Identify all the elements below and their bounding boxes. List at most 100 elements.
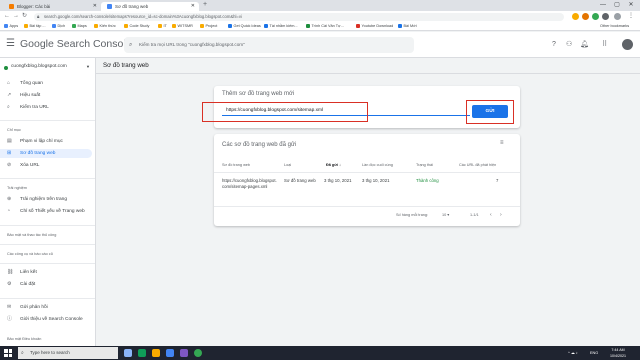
sidebar-item-page-experience[interactable]: ⊕ Trải nghiệm trên trang xyxy=(0,195,95,204)
help-icon[interactable]: ? xyxy=(552,41,556,49)
column-header-sitemap[interactable]: Sơ đồ trang web xyxy=(222,162,250,168)
close-tab-icon[interactable]: ✕ xyxy=(93,2,97,11)
search-icon: ⌕ xyxy=(7,104,10,110)
app-icon[interactable] xyxy=(180,349,188,357)
system-clock[interactable]: 7:44 AM 10/4/2021 xyxy=(604,347,632,359)
extension-icon[interactable] xyxy=(572,13,579,20)
sidebar-item-coverage[interactable]: ▤ Phạm vi lập chỉ mục xyxy=(0,137,95,146)
column-header-status[interactable]: Trạng thái xyxy=(416,162,433,168)
sidebar-item-core-web-vitals[interactable]: ◔ Chỉ số Thiết yếu về Trang web xyxy=(0,207,95,216)
bookmark-item[interactable]: Youtube Download xyxy=(356,22,393,31)
share-icon[interactable]: ⚇ xyxy=(566,41,572,49)
sidebar-item-about[interactable]: ⓘ Giới thiệu về Search Console xyxy=(0,315,95,324)
sidebar-item-url-inspection[interactable]: ⌕ Kiểm tra URL xyxy=(0,103,95,112)
close-window-icon[interactable]: ✕ xyxy=(624,0,638,10)
back-icon[interactable]: ← xyxy=(4,12,10,21)
sidebar-item-overview[interactable]: ⌂ Tổng quan xyxy=(0,79,95,88)
other-bookmarks[interactable]: Other bookmarks xyxy=(600,22,629,31)
filter-icon[interactable]: ≡ xyxy=(500,140,504,146)
taskbar-search[interactable]: ⌕ Type here to search xyxy=(18,347,118,359)
maximize-icon[interactable]: ▢ xyxy=(610,0,624,10)
taskbar: ⌕ Type here to search ^ ☁ ♪ ENG 7:44 AM … xyxy=(0,346,640,360)
store-icon[interactable] xyxy=(166,349,174,357)
hamburger-menu-icon[interactable]: ☰ xyxy=(6,39,15,49)
sidebar-item-links[interactable]: ⛓︎ Liên kết xyxy=(0,268,95,277)
task-view-icon[interactable] xyxy=(124,349,132,357)
edge-icon[interactable] xyxy=(138,349,146,357)
sidebar: cuongfxblog.blogspot.com ▼ ⌂ Tổng quan ↗ H… xyxy=(0,58,96,346)
tray-language[interactable]: ENG xyxy=(590,346,598,360)
tray-icons[interactable]: ^ ☁ ♪ xyxy=(568,346,578,360)
sidebar-item-label: Cài đặt xyxy=(20,282,36,287)
reload-icon[interactable]: ↻ xyxy=(22,12,27,21)
bookmark-item[interactable]: IT xyxy=(158,22,167,31)
column-header-last-read[interactable]: Lần đọc cuối cùng xyxy=(362,162,393,168)
avatar[interactable] xyxy=(622,39,633,50)
rows-per-page-select[interactable]: 10 ▾ xyxy=(442,212,449,218)
bookmark-item[interactable]: Dịch xyxy=(52,22,65,31)
windows-start-icon[interactable] xyxy=(4,349,12,357)
blogger-favicon-icon xyxy=(9,4,14,10)
divider xyxy=(214,206,520,207)
profile-icon[interactable] xyxy=(614,13,621,20)
bookmark-item[interactable]: Apps xyxy=(4,22,18,31)
bookmark-item[interactable]: Kiến thức xyxy=(94,22,116,31)
search-icon: ⌕ xyxy=(21,350,24,356)
section-index[interactable]: Chỉ mục xyxy=(7,127,21,133)
bookmark-item[interactable]: WITSMR xyxy=(172,22,193,31)
extension-icon[interactable] xyxy=(602,13,609,20)
apps-grid-icon[interactable]: ⠿ xyxy=(602,41,607,49)
browser-tab-blogger[interactable]: Blogger: Các bài ✕ xyxy=(3,2,101,11)
minimize-icon[interactable]: — xyxy=(596,0,610,10)
footer-links[interactable]: Bảo mật Điều khoản xyxy=(7,336,41,342)
coverage-icon: ▤ xyxy=(7,138,12,144)
sidebar-item-label: Hiệu suất xyxy=(20,93,41,98)
browser-tab-bar: Blogger: Các bài ✕ Sơ đồ trang web ✕ + — ▢… xyxy=(0,0,640,11)
property-selector[interactable]: cuongfxblog.blogspot.com ▼ xyxy=(4,62,92,72)
column-header-submitted[interactable]: Đã gửi ↓ xyxy=(326,162,341,168)
sidebar-item-label: Sơ đồ trang web xyxy=(20,151,56,156)
section-legacy[interactable]: Các công cụ và báo cáo cũ xyxy=(7,251,53,257)
bookmark-item[interactable]: Bài tập ... xyxy=(24,22,46,31)
new-tab-icon[interactable]: + xyxy=(203,1,207,8)
sidebar-item-removals[interactable]: ⊘ Xóa URL xyxy=(0,161,95,170)
bookmark-item[interactable]: Trình Cài Văn Tự... xyxy=(306,22,344,31)
extension-icon[interactable] xyxy=(592,13,599,20)
sidebar-item-feedback[interactable]: ✉ Gửi phản hồi xyxy=(0,303,95,312)
chrome-icon[interactable] xyxy=(194,349,202,357)
column-header-discovered[interactable]: Các URL đã phát hiện xyxy=(459,162,496,168)
extension-icon[interactable] xyxy=(582,13,589,20)
sidebar-item-settings[interactable]: ⚙ Cài đặt xyxy=(0,280,95,289)
bookmark-item[interactable]: Bài Mới xyxy=(398,22,417,31)
file-explorer-icon[interactable] xyxy=(152,349,160,357)
bookmark-item[interactable]: Code Study xyxy=(124,22,149,31)
discovered-cell: 7 xyxy=(496,178,499,183)
browser-menu-icon[interactable]: ⋮ xyxy=(628,12,634,21)
browser-tab-sitemaps[interactable]: Sơ đồ trang web ✕ xyxy=(101,2,199,11)
bookmark-item[interactable]: Tài nhằm kiếm... xyxy=(264,22,298,31)
sidebar-item-performance[interactable]: ↗ Hiệu suất xyxy=(0,91,95,100)
divider xyxy=(214,172,520,173)
bookmark-item[interactable]: Maps xyxy=(72,22,87,31)
taskbar-search-placeholder: Type here to search xyxy=(30,350,70,355)
sidebar-item-label: Liên kết xyxy=(20,270,37,275)
prev-page-icon[interactable]: ‹ xyxy=(490,212,492,218)
sidebar-item-sitemaps[interactable]: ⊞ Sơ đồ trang web xyxy=(0,149,92,158)
column-header-type[interactable]: Loại xyxy=(284,162,291,168)
close-tab-icon[interactable]: ✕ xyxy=(191,2,195,11)
sidebar-item-label: Kiểm tra URL xyxy=(20,105,49,110)
forward-icon[interactable]: → xyxy=(13,12,19,21)
notifications-icon[interactable]: 🔔︎ xyxy=(580,41,589,49)
bookmark-item[interactable]: Project xyxy=(200,22,217,31)
sitemap-url-cell: https://cuongfxblog.blogspot.com/sitemap… xyxy=(222,178,277,189)
next-page-icon[interactable]: › xyxy=(500,212,502,218)
section-experience[interactable]: Trải nghiệm xyxy=(7,185,27,191)
section-security[interactable]: Bảo mật và thao tác thủ công xyxy=(7,232,56,238)
bookmark-item[interactable]: Get Quick Ideas xyxy=(228,22,261,31)
url-bar[interactable]: 🔒︎ search.google.com/search-console/site… xyxy=(34,12,564,21)
annotation-highlight-box xyxy=(466,100,514,124)
divider xyxy=(0,178,95,179)
app-brand[interactable]: Google Search Console xyxy=(20,38,132,51)
divider xyxy=(0,225,95,226)
url-inspection-search[interactable]: ⌕ Kiểm tra mọi URL trong "cuongfxblog.bl… xyxy=(124,37,414,53)
